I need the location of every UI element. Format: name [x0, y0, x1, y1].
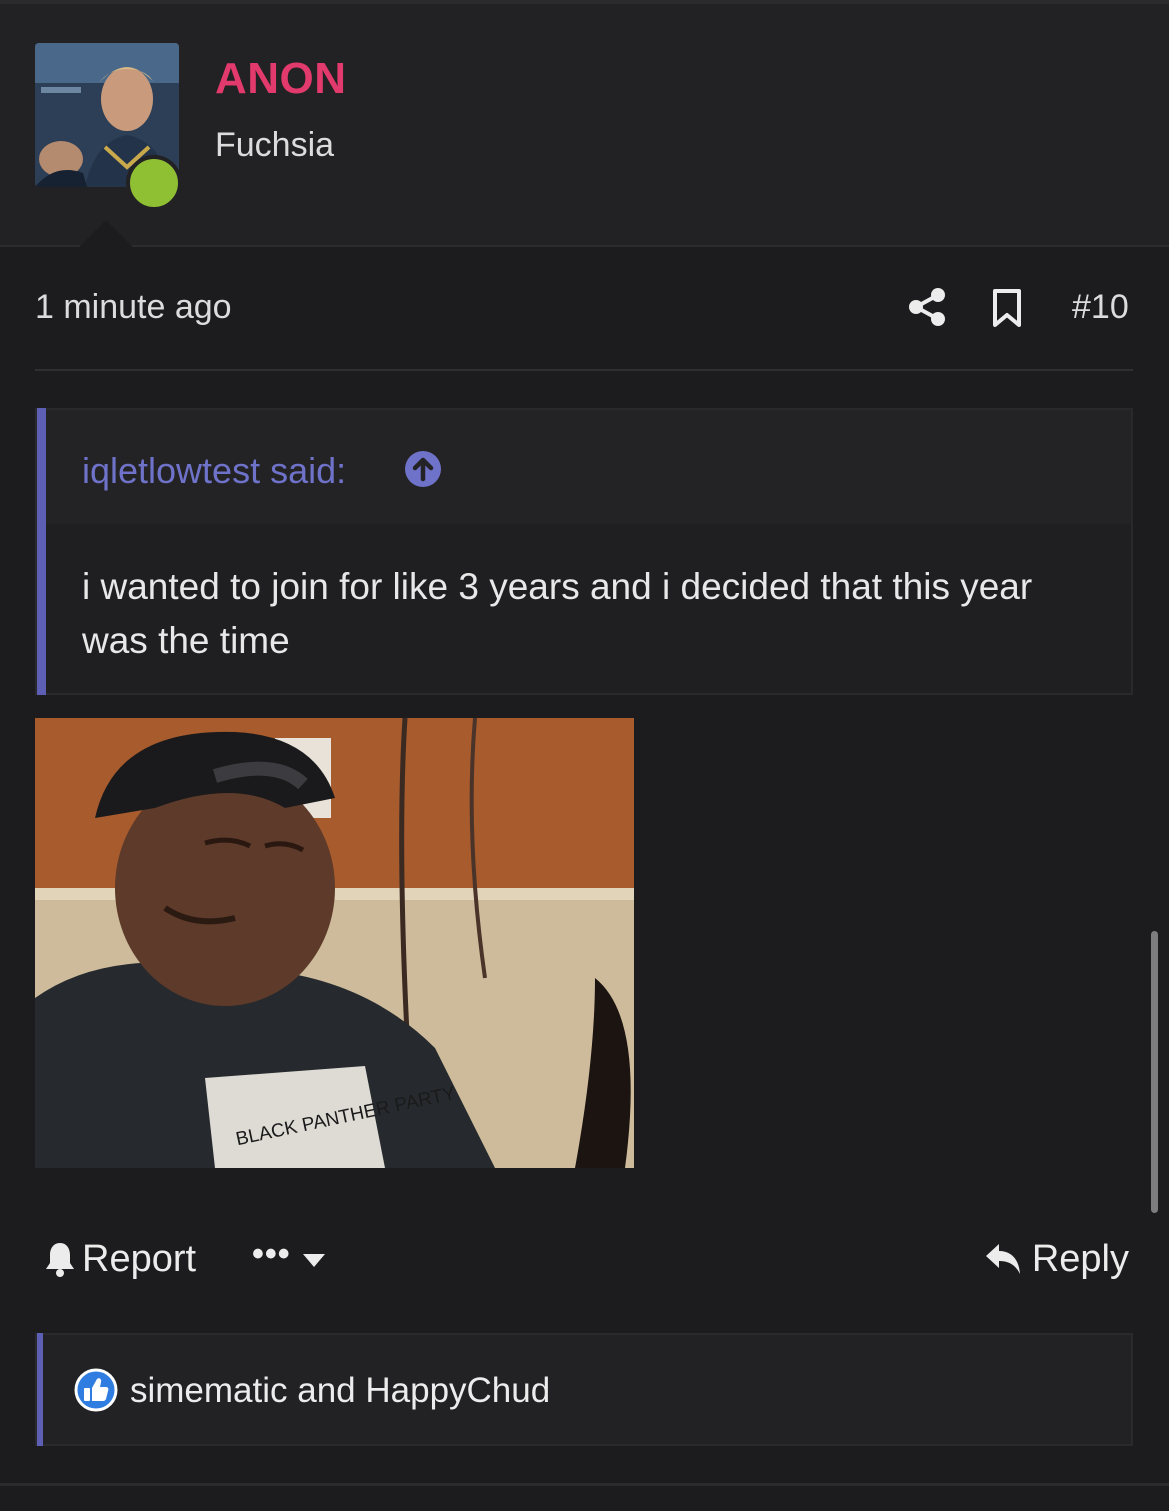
quote-text: i wanted to join for like 3 years and i …	[82, 566, 1033, 661]
post-timestamp[interactable]: 1 minute ago	[35, 288, 232, 327]
user-title: Fuchsia	[215, 126, 335, 164]
quote-header: iqletlowtest said:	[46, 410, 1131, 524]
meta-divider	[35, 369, 1133, 371]
reply-button[interactable]: Reply	[984, 1236, 1129, 1282]
post-number-link[interactable]: #10	[1072, 288, 1129, 327]
bookmark-icon[interactable]	[991, 288, 1023, 328]
reply-arrow-icon	[985, 1244, 1020, 1274]
post-gif-image[interactable]: BLACK PANTHER PARTY	[35, 718, 634, 1168]
post-user-header: ANON Fuchsia	[0, 4, 1169, 252]
chevron-down-icon	[302, 1254, 325, 1267]
quote-accent-bar	[37, 408, 46, 695]
more-options-menu[interactable]: •••	[252, 1235, 327, 1280]
reactions-accent-bar	[37, 1333, 43, 1446]
bell-icon	[46, 1243, 74, 1277]
arrow-up-circle-icon[interactable]	[404, 450, 442, 488]
quote-author-link[interactable]: iqletlowtest said:	[82, 450, 346, 492]
online-status-indicator	[126, 155, 182, 211]
more-dots: •••	[252, 1235, 291, 1273]
report-button[interactable]: Report	[44, 1236, 196, 1282]
share-icon[interactable]	[906, 286, 948, 328]
gif-illustration: BLACK PANTHER PARTY	[35, 718, 634, 1168]
header-pointer	[74, 220, 138, 252]
thumbs-up-icon	[74, 1368, 118, 1412]
quote-block: iqletlowtest said: i wanted to join for …	[35, 408, 1133, 695]
report-label: Report	[82, 1237, 197, 1280]
bottom-divider	[0, 1483, 1169, 1486]
reply-label: Reply	[1031, 1237, 1129, 1280]
username[interactable]: ANON	[215, 54, 347, 104]
scrollbar[interactable]	[1151, 931, 1158, 1213]
reactions-users-link[interactable]: simematic and HappyChud	[130, 1371, 550, 1411]
reactions-bar: simematic and HappyChud	[35, 1333, 1133, 1446]
